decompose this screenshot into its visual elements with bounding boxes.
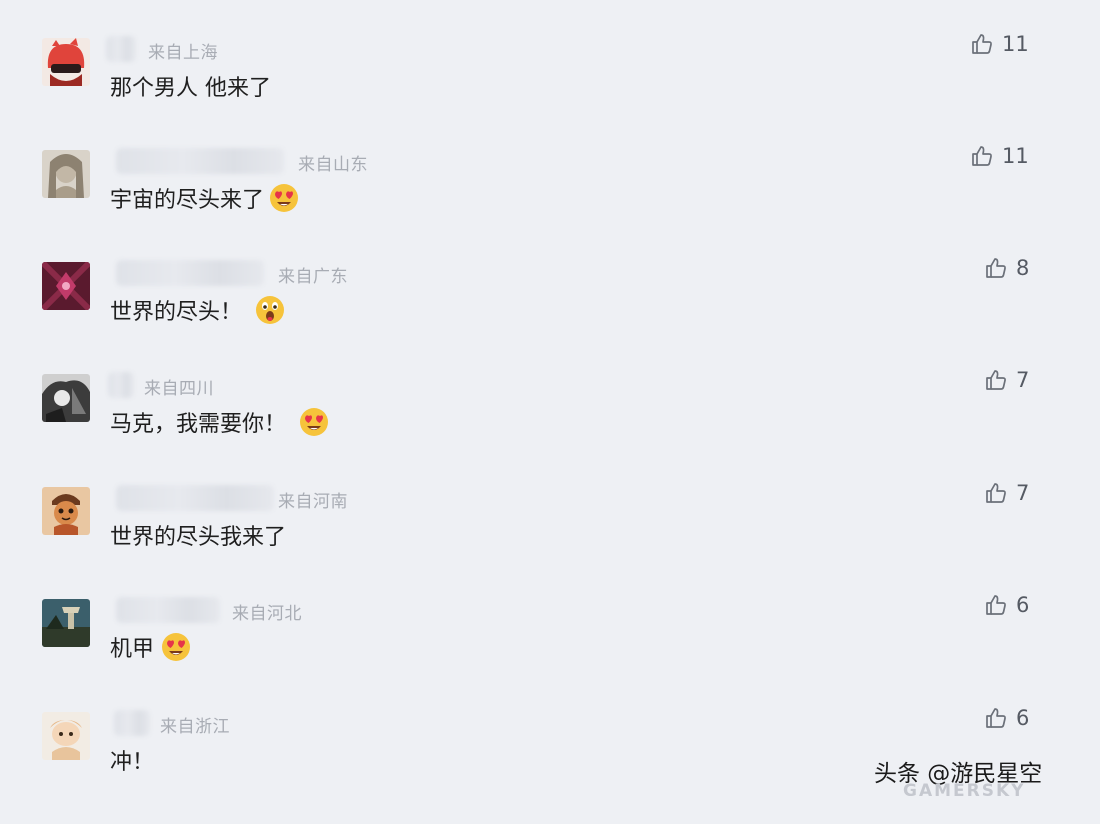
comment-body: 世界的尽头！ [110,300,243,325]
comment-body: 冲！ [110,750,155,775]
like-button[interactable]: 7 [984,368,1029,392]
location-label: 来自浙江 [160,717,230,737]
thumbs-up-icon [984,593,1008,617]
like-count: 7 [1016,368,1030,392]
comment-text: 马克，我需要你！ [110,406,330,438]
location-label: 来自上海 [148,43,218,63]
thumbs-up-icon [984,368,1008,392]
username-blurred [116,260,264,286]
like-button[interactable]: 6 [984,593,1029,617]
watermark-sub: GAMERSKY [903,781,1026,801]
avatar[interactable] [42,262,90,310]
thumbs-up-icon [984,481,1008,505]
comment-body: 那个男人 他来了 [110,76,271,101]
thumbs-up-icon [984,706,1008,730]
comment-item: 来自四川 马克，我需要你！ 7 [0,368,1100,486]
comment-text: 世界的尽头！ [110,294,286,326]
username-blurred [116,148,284,174]
heart-eyes-emoji-icon [268,182,300,214]
comment-text: 宇宙的尽头来了 [110,182,300,214]
location-label: 来自河北 [232,604,302,624]
heart-eyes-emoji-icon [160,631,192,663]
thumbs-up-icon [970,144,994,168]
username-blurred [108,372,134,398]
comment-item: 来自广东 世界的尽头！ 8 [0,256,1100,374]
comment-body: 世界的尽头我来了 [110,525,287,550]
like-count: 6 [1016,593,1030,617]
avatar[interactable] [42,38,90,86]
comment-item: 来自河南 世界的尽头我来了 7 [0,481,1100,599]
comment-body: 马克，我需要你！ [110,412,287,437]
thumbs-up-icon [970,32,994,56]
comment-text: 冲！ [110,744,154,776]
like-button[interactable]: 11 [970,32,1029,56]
comment-text: 机甲 [110,631,192,663]
username-blurred [116,485,274,511]
like-count: 6 [1016,706,1030,730]
surprised-emoji-icon [254,294,286,326]
like-button[interactable]: 11 [970,144,1029,168]
avatar[interactable] [42,374,90,422]
comment-body: 机甲 [110,637,155,662]
username-blurred [106,36,136,62]
like-button[interactable]: 7 [984,481,1029,505]
comment-text: 那个男人 他来了 [110,70,271,102]
heart-eyes-emoji-icon [298,406,330,438]
location-label: 来自河南 [278,492,348,512]
avatar[interactable] [42,150,90,198]
location-label: 来自山东 [298,155,368,175]
location-label: 来自广东 [278,267,348,287]
thumbs-up-icon [984,256,1008,280]
comment-item: 来自山东 宇宙的尽头来了 11 [0,144,1100,262]
like-button[interactable]: 6 [984,706,1029,730]
like-count: 11 [1002,144,1029,168]
username-blurred [116,597,220,623]
avatar[interactable] [42,487,90,535]
like-button[interactable]: 8 [984,256,1029,280]
comment-text: 世界的尽头我来了 [110,519,286,551]
comment-body: 宇宙的尽头来了 [110,188,265,213]
comment-item: 来自上海 那个男人 他来了 11 [0,32,1100,150]
avatar[interactable] [42,712,90,760]
like-count: 7 [1016,481,1030,505]
location-label: 来自四川 [144,379,214,399]
avatar[interactable] [42,599,90,647]
comment-item: 来自河北 机甲 6 [0,593,1100,711]
like-count: 11 [1002,32,1029,56]
username-blurred [114,710,150,736]
like-count: 8 [1016,256,1030,280]
